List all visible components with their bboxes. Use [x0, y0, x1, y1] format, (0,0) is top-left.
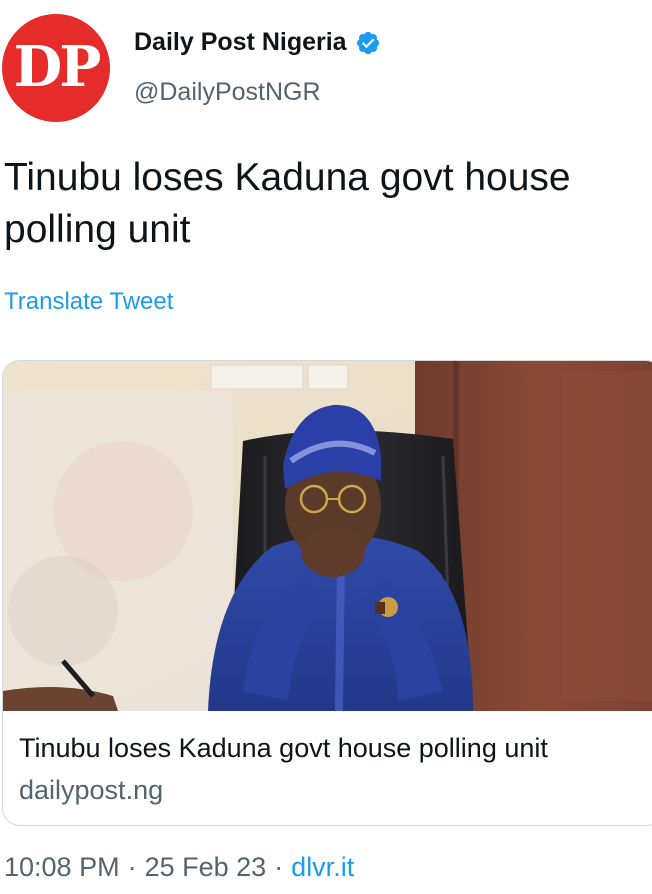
card-domain: dailypost.ng — [19, 775, 164, 805]
avatar[interactable]: DP — [2, 14, 110, 122]
card-photo — [3, 361, 652, 711]
tweet-source-link[interactable]: dlvr.it — [291, 852, 354, 883]
meta-separator: · — [274, 852, 284, 882]
card-title[interactable]: Tinubu loses Kaduna govt house polling u… — [19, 733, 548, 764]
link-preview-card[interactable]: Tinubu loses Kaduna govt house polling u… — [2, 360, 652, 826]
user-handle[interactable]: @DailyPostNGR — [134, 78, 321, 107]
tweet-header: DP Daily Post Nigeria @DailyPostNGR — [0, 0, 652, 140]
verified-badge-icon — [356, 31, 379, 54]
translate-tweet-link[interactable]: Translate Tweet — [4, 288, 173, 316]
name-row[interactable]: Daily Post Nigeria — [134, 28, 381, 57]
tweet-date[interactable]: 25 Feb 23 — [145, 852, 267, 883]
tweet-meta: 10:08 PM · 25 Feb 23 · dlvr.it — [4, 852, 354, 883]
meta-separator: · — [127, 852, 137, 882]
display-name[interactable]: Daily Post Nigeria — [134, 28, 347, 57]
avatar-logo-text: DP — [13, 34, 102, 100]
tweet-time[interactable]: 10:08 PM — [4, 852, 120, 883]
tweet-text: Tinubu loses Kaduna govt house polling u… — [4, 156, 571, 251]
card-image[interactable] — [3, 361, 652, 711]
